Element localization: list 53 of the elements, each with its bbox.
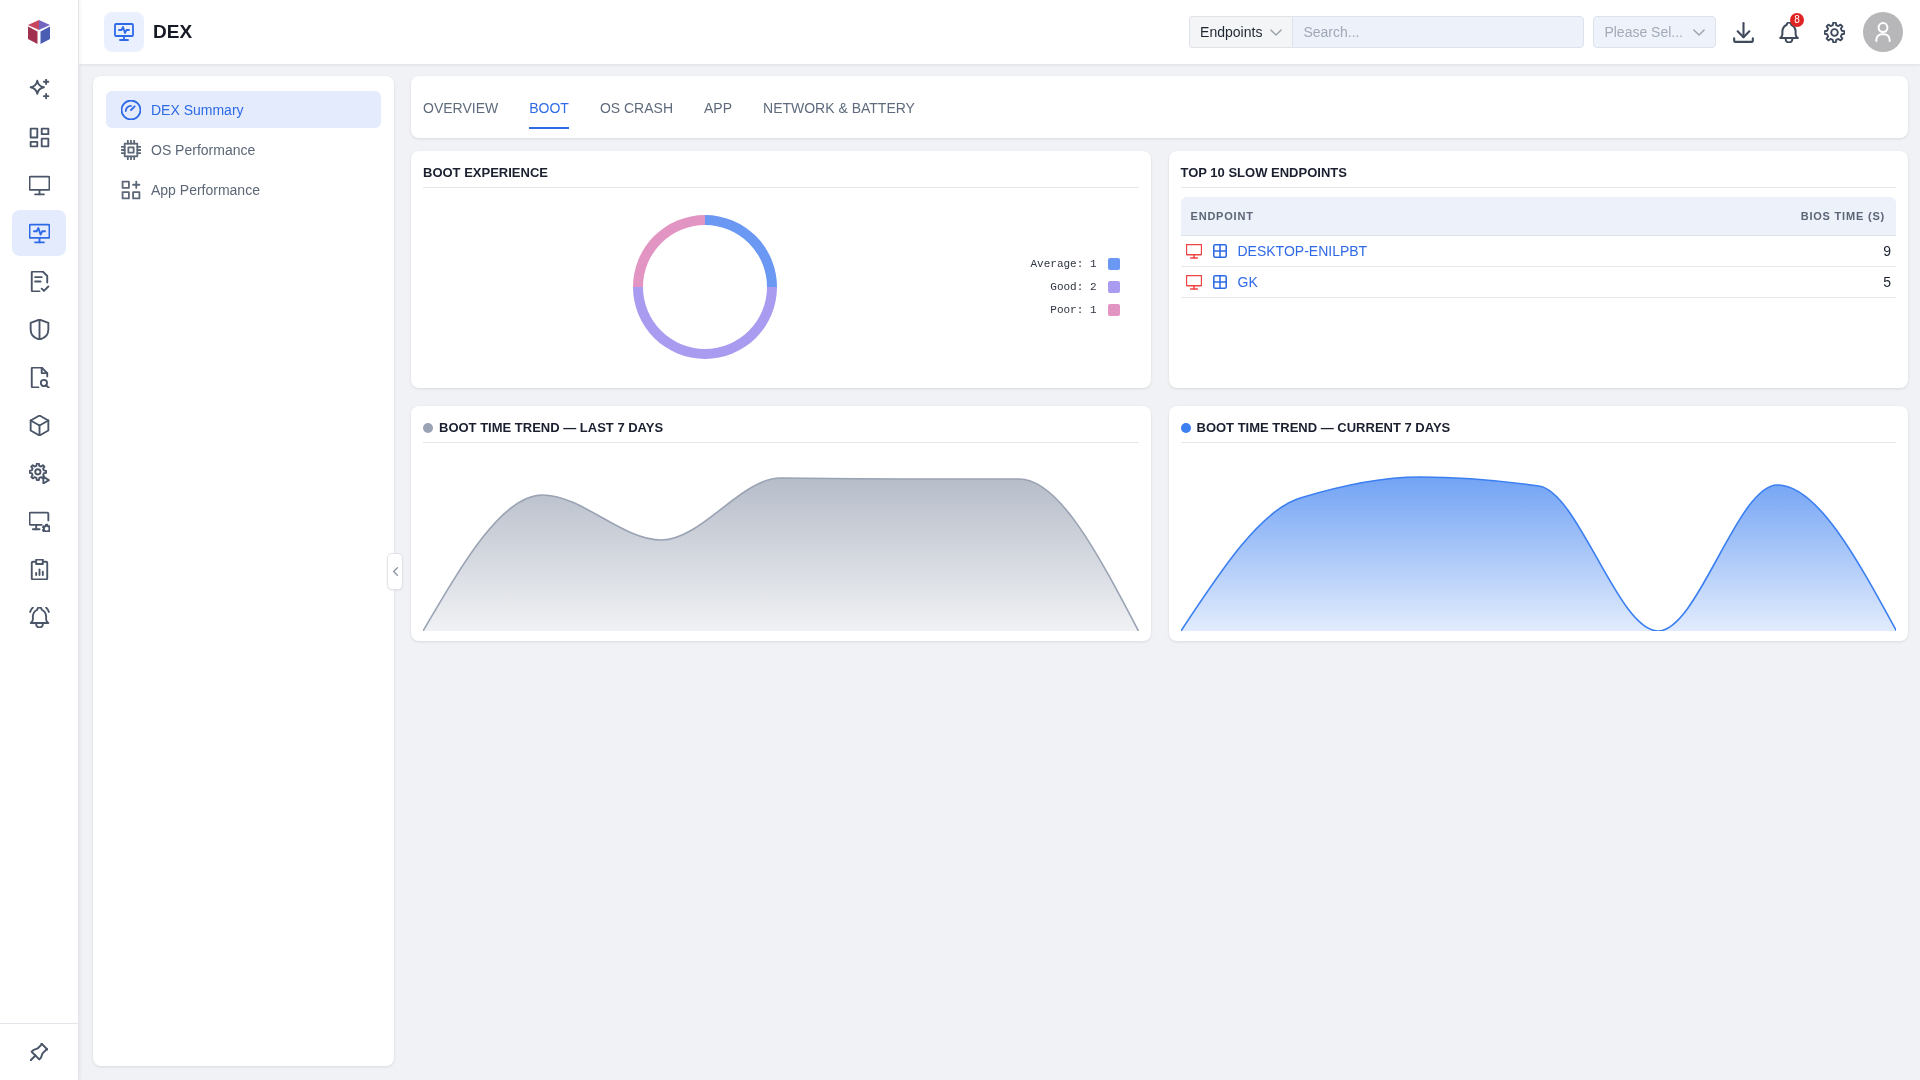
gear-play-icon	[28, 462, 50, 484]
monitor-pulse-icon	[28, 222, 50, 244]
column-header: ENDPOINT	[1190, 210, 1254, 222]
card-title: BOOT TIME TREND — LAST 7 DAYS	[439, 420, 664, 436]
column-header: BIOS TIME (S)	[1800, 210, 1885, 222]
legend-label: Poor: 1	[1050, 302, 1097, 317]
card-title: BOOT TIME TREND — CURRENT 7 DAYS	[1196, 420, 1451, 436]
settings-icon[interactable]	[1824, 21, 1845, 43]
monitor-pulse-icon	[104, 12, 144, 52]
bell-icon[interactable]	[1779, 21, 1799, 43]
nav-button[interactable]	[12, 210, 66, 256]
pin-icon[interactable]	[30, 1043, 48, 1061]
tab[interactable]: APP	[704, 100, 732, 129]
table-cell: 9	[1883, 243, 1891, 259]
scope-select[interactable]: Endpoints	[1189, 16, 1293, 48]
user-icon	[1875, 22, 1891, 42]
bell-ring-icon	[28, 606, 50, 628]
notification-badge: 8	[1790, 12, 1804, 27]
endpoint-link[interactable]: GK	[1237, 274, 1258, 290]
clipboard-chart-icon	[28, 558, 50, 580]
legend-label: Good: 2	[1050, 279, 1097, 294]
document-search-icon	[28, 366, 50, 388]
page-title: DEX	[153, 21, 193, 43]
chevron-down-icon	[1693, 28, 1705, 36]
download-icon[interactable]	[1733, 21, 1754, 43]
layout-grid-icon	[28, 126, 50, 148]
cube-icon	[28, 414, 50, 436]
logo-icon	[27, 19, 51, 45]
shield-icon	[28, 318, 50, 340]
sparkles-icon	[28, 78, 50, 100]
tab[interactable]: BOOT	[529, 100, 569, 129]
chevron-down-icon	[1270, 28, 1283, 36]
grid-icon	[1212, 275, 1227, 289]
endpoint-link[interactable]: DESKTOP-ENILPBT	[1237, 243, 1368, 259]
table-cell: 5	[1883, 274, 1891, 290]
legend-label: Average: 1	[1030, 256, 1097, 271]
gauge-icon	[121, 99, 141, 120]
monitor-gear-icon	[28, 510, 50, 532]
search-field[interactable]: Search...	[1292, 16, 1585, 48]
monitor-icon	[28, 174, 50, 196]
card-title: TOP 10 SLOW ENDPOINTS	[1180, 151, 1896, 188]
card-title: BOOT EXPERIENCE	[423, 151, 1139, 188]
tab[interactable]: OVERVIEW	[423, 100, 499, 129]
sidebar-item[interactable]: OS Performance	[106, 131, 381, 168]
tab[interactable]: NETWORK & BATTERY	[763, 100, 915, 129]
chip-icon	[121, 139, 141, 160]
tab[interactable]: OS CRASH	[599, 100, 673, 129]
apps-plus-icon	[121, 179, 141, 200]
grid-icon	[1212, 244, 1227, 258]
document-check-icon	[28, 270, 50, 292]
sidebar-item[interactable]: App Performance	[106, 171, 381, 208]
sidebar-item[interactable]: DEX Summary	[106, 91, 381, 128]
chevron-left-icon	[392, 567, 398, 576]
